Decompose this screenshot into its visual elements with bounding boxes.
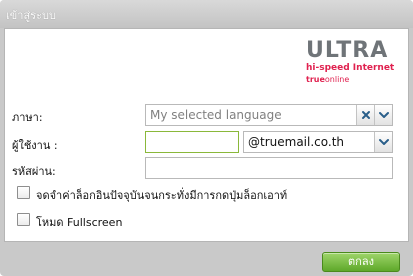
chevron-down-icon [378,112,389,118]
remember-login-label: จดจำค่าล็อกอินปัจจุบันจนกระทั่งมีการกดปุ… [36,189,288,202]
domain-dropdown-button[interactable] [374,132,392,152]
ultra-logo: ULTRA hi-speed Internet trueonline [304,38,394,92]
domain-select[interactable]: @truemail.co.th [243,131,393,153]
remember-login-checkbox[interactable] [17,186,30,199]
logo-tagline: hi-speed Internet [306,63,395,73]
close-icon [361,111,370,119]
language-label: ภาษา: [12,111,43,124]
fullscreen-label: โหมด Fullscreen [36,216,123,229]
language-select[interactable]: My selected language [145,104,393,126]
dialog-title: เข้าสู่ระบบ [6,9,56,22]
username-label: ผู้ใช้งาน : [12,139,58,152]
ok-button[interactable]: ตกลง [322,252,400,272]
clear-language-button[interactable] [356,105,374,125]
chevron-down-icon [378,139,389,145]
logo-brand: ULTRA [306,38,389,63]
domain-value: @truemail.co.th [248,135,345,149]
fullscreen-checkbox[interactable] [17,213,30,226]
username-input[interactable] [145,131,239,153]
language-dropdown-button[interactable] [374,105,392,125]
logo-provider: trueonline [306,75,350,84]
title-bar: เข้าสู่ระบบ [0,0,413,28]
language-placeholder: My selected language [150,108,282,122]
password-input[interactable] [145,157,393,179]
login-dialog: เข้าสู่ระบบ ULTRA hi-speed Internet true… [0,0,413,276]
password-label: รหัสผ่าน: [12,165,56,178]
